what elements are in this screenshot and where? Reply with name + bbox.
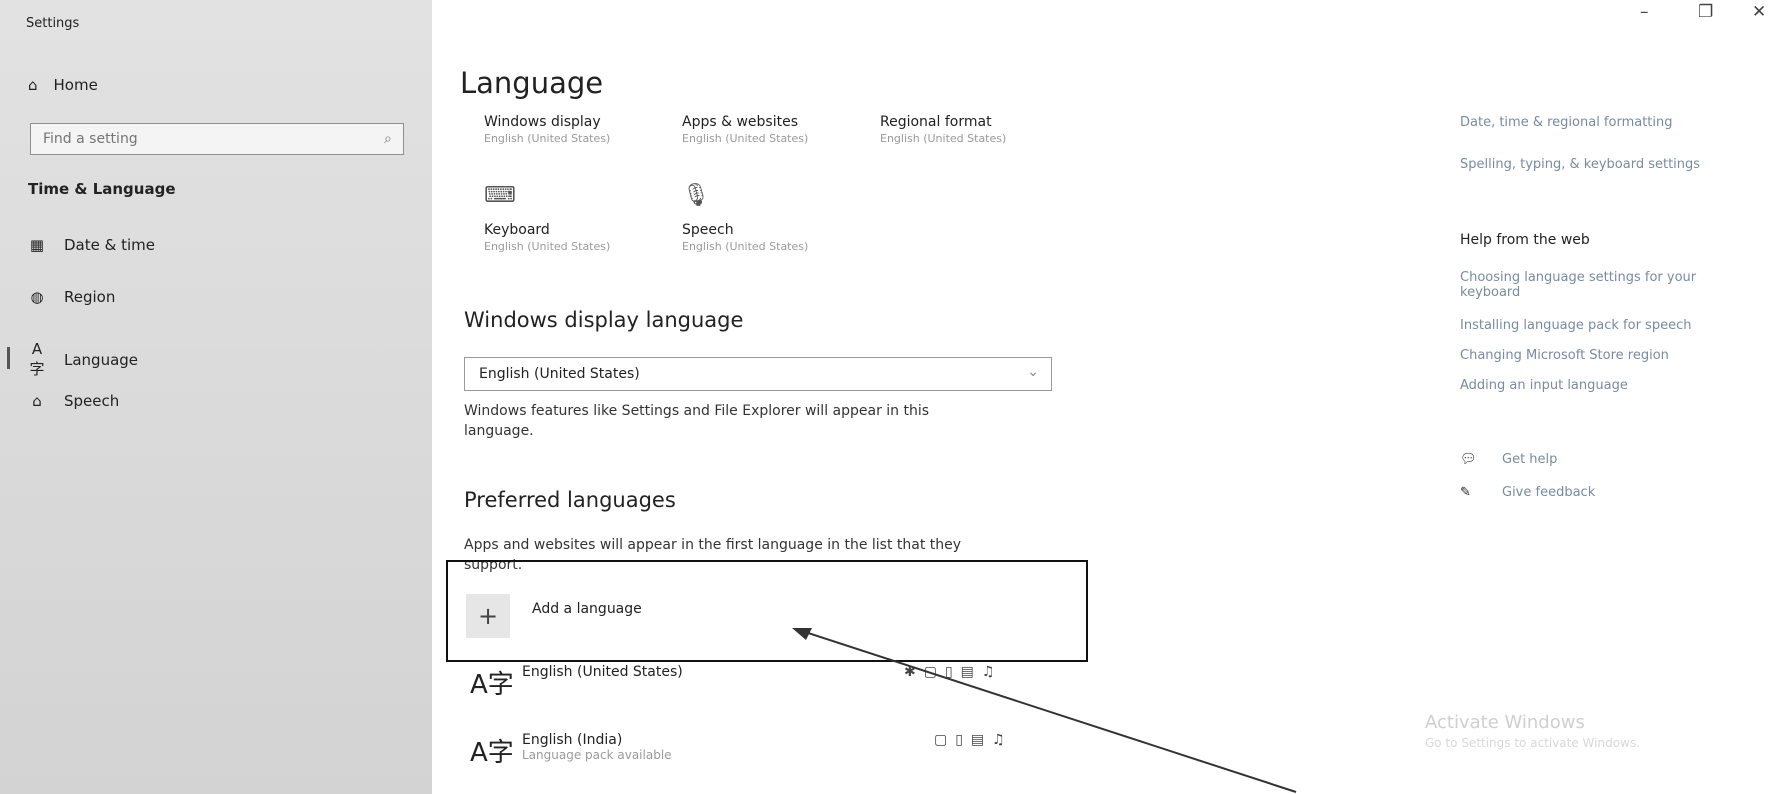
help-heading: Help from the web [1460, 232, 1590, 248]
display-language-description: Windows features like Settings and File … [464, 401, 929, 441]
get-help-label: Get help [1502, 452, 1558, 467]
description-line: Apps and websites will appear in the fir… [464, 537, 962, 553]
chevron-down-icon: ⌄ [1027, 364, 1039, 380]
restore-button[interactable]: ❐ [1698, 2, 1713, 22]
related-link[interactable]: Date, time & regional formatting [1460, 115, 1760, 130]
language-name: English (United States) [522, 664, 683, 680]
help-link[interactable]: Changing Microsoft Store region [1460, 348, 1760, 363]
tile-regional-format[interactable]: Regional format English (United States) [880, 114, 1006, 145]
sidebar-item-speech[interactable]: ⌂ Speech [28, 392, 119, 410]
minimize-button[interactable]: – [1640, 2, 1649, 22]
microphone-icon: 🎙︎ [682, 183, 710, 208]
language-features-icons: ✱▢▯▤♫ [904, 664, 1003, 680]
tile-title: Regional format [880, 114, 992, 130]
globe-icon: ◍ [30, 288, 44, 306]
search-icon: ⌕ [384, 131, 392, 147]
selected-indicator [7, 347, 10, 369]
tile-apps-websites[interactable]: Apps & websites English (United States) [682, 114, 808, 145]
tile-subtitle: English (United States) [880, 132, 1007, 145]
tile-keyboard[interactable]: ⌨ Keyboard English (United States) [484, 183, 610, 253]
help-link[interactable]: Adding an input language [1460, 378, 1760, 393]
language-item[interactable]: A字 English (United States) [470, 664, 683, 701]
tile-title: Apps & websites [682, 114, 798, 130]
language-icon: A字 [29, 340, 45, 378]
sidebar-home[interactable]: ⌂ Home [28, 76, 98, 94]
display-language-select[interactable]: English (United States) ⌄ [464, 357, 1052, 391]
add-language-label: Add a language [532, 601, 642, 617]
sidebar-item-label: Date & time [64, 236, 155, 254]
chat-help-icon: 💬︎ [1460, 452, 1477, 467]
tile-subtitle: English (United States) [484, 240, 611, 253]
sidebar-item-region[interactable]: ◍ Region [28, 288, 115, 306]
app-title: Settings [26, 16, 80, 31]
tile-title: Keyboard [484, 222, 550, 238]
help-link[interactable]: Choosing language settings for your keyb… [1460, 270, 1756, 300]
language-status: Language pack available [522, 748, 672, 762]
preferred-languages-heading: Preferred languages [464, 488, 676, 512]
description-line: Windows features like Settings and File … [464, 403, 930, 419]
give-feedback-label: Give feedback [1502, 485, 1596, 500]
keyboard-icon: ⌨ [484, 183, 516, 208]
display-language-value: English (United States) [479, 366, 640, 382]
sidebar-group-title: Time & Language [28, 180, 176, 198]
tile-subtitle: English (United States) [682, 132, 809, 145]
feedback-icon: ✎ [1460, 485, 1471, 500]
sidebar-home-label: Home [53, 76, 98, 94]
help-link[interactable]: Installing language pack for speech [1460, 318, 1760, 333]
activation-watermark-title: Activate Windows [1425, 712, 1585, 733]
microphone-icon: ⌂ [32, 392, 42, 410]
description-line: language. [464, 423, 534, 439]
search-input[interactable] [30, 123, 404, 155]
close-button[interactable]: ✕ [1752, 2, 1766, 22]
language-name: English (India) [522, 732, 623, 748]
display-language-heading: Windows display language [464, 308, 744, 332]
add-language-button[interactable]: + Add a language [466, 594, 642, 638]
sidebar-item-label: Speech [64, 392, 120, 410]
sidebar-item-label: Language [64, 350, 139, 369]
language-icon: A字 [470, 738, 514, 768]
tile-subtitle: English (United States) [682, 240, 809, 253]
tile-title: Windows display [484, 114, 601, 130]
language-item[interactable]: A字 English (India) Language pack availab… [470, 732, 672, 769]
related-link[interactable]: Spelling, typing, & keyboard settings [1460, 157, 1760, 172]
language-icon: A字 [470, 670, 514, 700]
tile-windows-display[interactable]: Windows display English (United States) [484, 114, 610, 145]
tile-speech[interactable]: 🎙︎ Speech English (United States) [682, 183, 808, 253]
give-feedback-link[interactable]: ✎ Give feedback [1460, 485, 1595, 500]
sidebar-item-label: Region [64, 288, 116, 306]
tile-title: Speech [682, 222, 734, 238]
plus-icon: + [466, 594, 510, 638]
get-help-link[interactable]: 💬︎ Get help [1460, 452, 1557, 467]
tile-subtitle: English (United States) [484, 132, 611, 145]
sidebar-item-date-time[interactable]: ▦ Date & time [28, 236, 155, 254]
calendar-clock-icon: ▦ [29, 236, 45, 254]
activation-watermark-sub: Go to Settings to activate Windows. [1425, 736, 1640, 750]
sidebar: Settings ⌂ Home ⌕ Time & Language ▦ Date… [0, 0, 432, 794]
language-features-icons: ▢▯▤♫ [934, 732, 1013, 748]
page-title: Language [460, 66, 604, 100]
sidebar-item-language[interactable]: A字 Language [28, 340, 138, 379]
home-icon: ⌂ [28, 76, 38, 94]
